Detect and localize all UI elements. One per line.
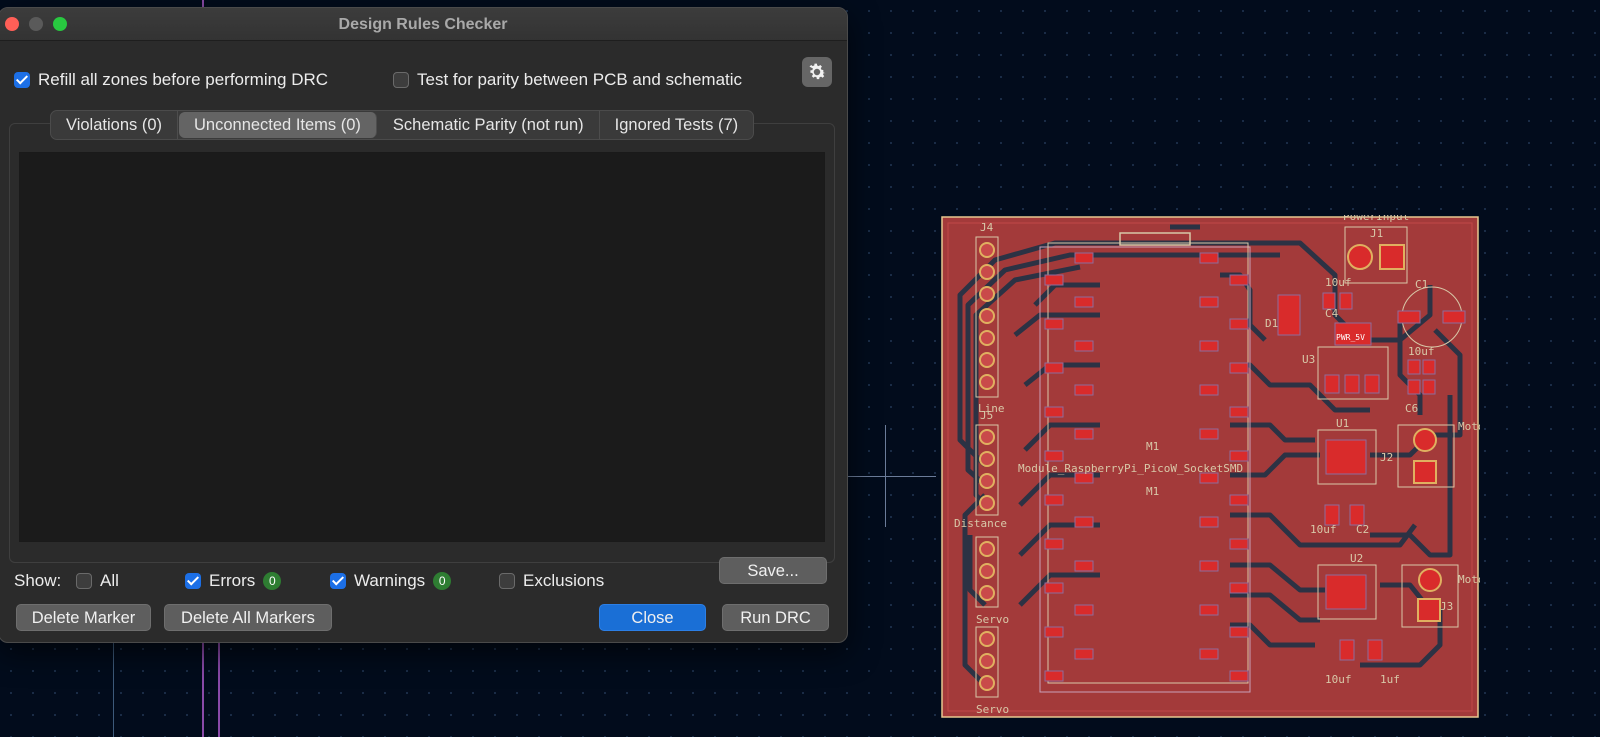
show-label: Show: — [14, 571, 62, 590]
label-j4: J4 — [980, 221, 994, 234]
drc-dialog: Design Rules Checker Refill all zones be… — [0, 7, 848, 643]
errors-count-badge: 0 — [263, 572, 282, 590]
c1-pad — [1397, 310, 1421, 324]
show-errors-checkbox[interactable] — [185, 573, 201, 589]
j1-pad-2 — [1347, 244, 1373, 270]
j2-pad — [1413, 460, 1437, 484]
label-c2-value: 10uf — [1310, 523, 1337, 536]
label-m1-top: M1 — [1146, 440, 1159, 453]
show-errors-option[interactable]: Errors 0 — [185, 571, 282, 591]
refill-zones-checkbox[interactable] — [14, 72, 30, 88]
label-c6: C6 — [1405, 402, 1418, 415]
gear-icon — [809, 63, 826, 80]
label-power-input: PowerInput — [1343, 215, 1409, 223]
parity-test-label: Test for parity between PCB and schemati… — [417, 70, 743, 89]
show-warnings-checkbox[interactable] — [330, 573, 346, 589]
parity-test-option[interactable]: Test for parity between PCB and schemati… — [393, 70, 742, 90]
label-c-value-4: 1uf — [1380, 673, 1400, 686]
show-all-option[interactable]: All — [76, 571, 119, 591]
pcb-canvas: PowerInput J1 C1 J4 Line J5 Distance Ser… — [941, 215, 1480, 718]
label-c6-value: 10uf — [1408, 345, 1435, 358]
show-warnings-label: Warnings — [354, 571, 426, 590]
label-c4: C4 — [1325, 307, 1339, 320]
refill-zones-option[interactable]: Refill all zones before performing DRC — [14, 70, 328, 90]
j3-pad — [1418, 568, 1442, 592]
show-errors-label: Errors — [209, 571, 256, 590]
label-distance: Distance — [954, 517, 1007, 530]
label-motor-r: MotorR — [1458, 420, 1480, 433]
refill-zones-label: Refill all zones before performing DRC — [38, 70, 329, 89]
label-j2: J2 — [1380, 451, 1393, 464]
label-u1: U1 — [1336, 417, 1349, 430]
delete-all-markers-button[interactable]: Delete All Markers — [164, 604, 332, 631]
label-c1: C1 — [1415, 278, 1428, 291]
show-exclusions-label: Exclusions — [523, 571, 605, 590]
label-u2: U2 — [1350, 552, 1363, 565]
label-servo-2: Servo — [976, 703, 1009, 716]
save-button[interactable]: Save... — [719, 557, 827, 584]
show-all-label: All — [100, 571, 119, 590]
label-pwr: PWR_5V — [1336, 333, 1365, 342]
label-j5: J5 — [980, 409, 993, 422]
unconnected-items-list[interactable] — [19, 152, 825, 542]
j3-pad — [1417, 598, 1441, 622]
tab-schematic-parity[interactable]: Schematic Parity (not run) — [378, 111, 600, 139]
show-all-checkbox[interactable] — [76, 573, 92, 589]
label-j3: J3 — [1440, 600, 1453, 613]
close-button[interactable]: Close — [599, 604, 706, 631]
label-d1: D1 — [1265, 317, 1278, 330]
pcb-board[interactable]: PowerInput J1 C1 J4 Line J5 Distance Ser… — [940, 215, 1480, 719]
label-m1-bottom: M1 — [1146, 485, 1159, 498]
label-c2: C2 — [1356, 523, 1369, 536]
tab-ignored-tests[interactable]: Ignored Tests (7) — [600, 111, 754, 139]
show-exclusions-option[interactable]: Exclusions — [499, 571, 604, 591]
label-c-value-3: 10uf — [1325, 673, 1352, 686]
j2-pad — [1413, 428, 1437, 452]
c1-pad — [1442, 310, 1466, 324]
label-servo-1: Servo — [976, 613, 1009, 626]
label-c4-value: 10uf — [1325, 276, 1352, 289]
parity-test-checkbox[interactable] — [393, 72, 409, 88]
settings-button[interactable] — [802, 57, 832, 87]
tab-unconnected-items[interactable]: Unconnected Items (0) — [179, 112, 377, 138]
title-bar[interactable]: Design Rules Checker — [0, 8, 847, 41]
warnings-count-badge: 0 — [433, 572, 452, 590]
dialog-title: Design Rules Checker — [338, 16, 508, 33]
tab-violations[interactable]: Violations (0) — [51, 111, 178, 139]
label-module: Module_RaspberryPi_PicoW_SocketSMD — [1018, 462, 1243, 475]
j1-pad-1 — [1379, 244, 1405, 270]
show-exclusions-checkbox[interactable] — [499, 573, 515, 589]
guide-line — [113, 640, 114, 737]
cursor-crosshair — [848, 476, 936, 477]
label-motor-l: MotorL — [1458, 573, 1480, 586]
run-drc-button[interactable]: Run DRC — [722, 604, 829, 631]
tab-bar: Violations (0) Unconnected Items (0) Sch… — [50, 110, 755, 140]
guide-line — [218, 640, 220, 737]
label-j1: J1 — [1370, 227, 1383, 240]
label-u3: U3 — [1302, 353, 1315, 366]
delete-marker-button[interactable]: Delete Marker — [16, 604, 151, 631]
show-warnings-option[interactable]: Warnings 0 — [330, 571, 452, 591]
